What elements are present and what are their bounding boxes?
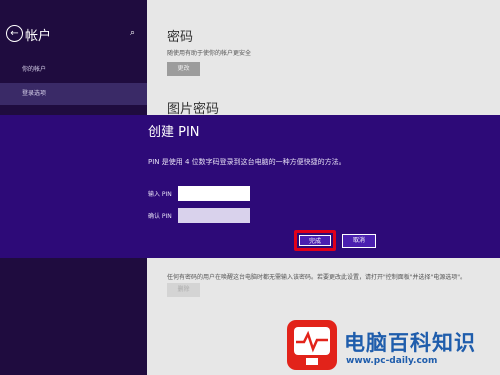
dialog-title: 创建 PIN — [148, 125, 200, 140]
dialog-description: PIN 是使用 4 位数字码登录到这台电脑的一种方便快捷的方法。 — [148, 158, 346, 166]
create-pin-dialog — [0, 115, 500, 258]
pin-input[interactable] — [178, 186, 250, 201]
watermark-title: 电脑百科知识 — [344, 331, 476, 355]
wake-password-description: 任何有密码的用户在唤醒这台电脑时都无需输入该密码。若要更改此设置，请打开"控制面… — [167, 274, 467, 281]
search-icon[interactable]: ⌕ — [130, 28, 135, 38]
confirm-pin-input[interactable] — [178, 208, 250, 223]
password-description: 随使用有助于使你的帐户更安全 — [167, 50, 252, 57]
pin-label: 输入 PIN — [148, 191, 172, 198]
finish-button[interactable]: 完成 — [299, 235, 331, 246]
back-arrow-icon[interactable]: ← — [6, 25, 23, 42]
watermark-url: www.pc-daily.com — [346, 356, 438, 366]
confirm-pin-label: 确认 PIN — [148, 213, 172, 220]
remove-button[interactable]: 删除 — [167, 283, 200, 297]
finish-button-highlight[interactable]: 完成 — [294, 230, 336, 251]
page-title: 帐户 — [25, 29, 52, 44]
cancel-button[interactable]: 取消 — [342, 234, 376, 248]
monitor-screen-icon — [294, 327, 330, 355]
sidebar-item-sign-in-options[interactable]: 登录选项 — [0, 83, 147, 105]
sidebar-item-your-account[interactable]: 你的帐户 — [0, 59, 147, 81]
change-password-button[interactable]: 更改 — [167, 62, 200, 76]
monitor-stand-icon — [306, 358, 318, 365]
password-section-title: 密码 — [167, 30, 194, 45]
